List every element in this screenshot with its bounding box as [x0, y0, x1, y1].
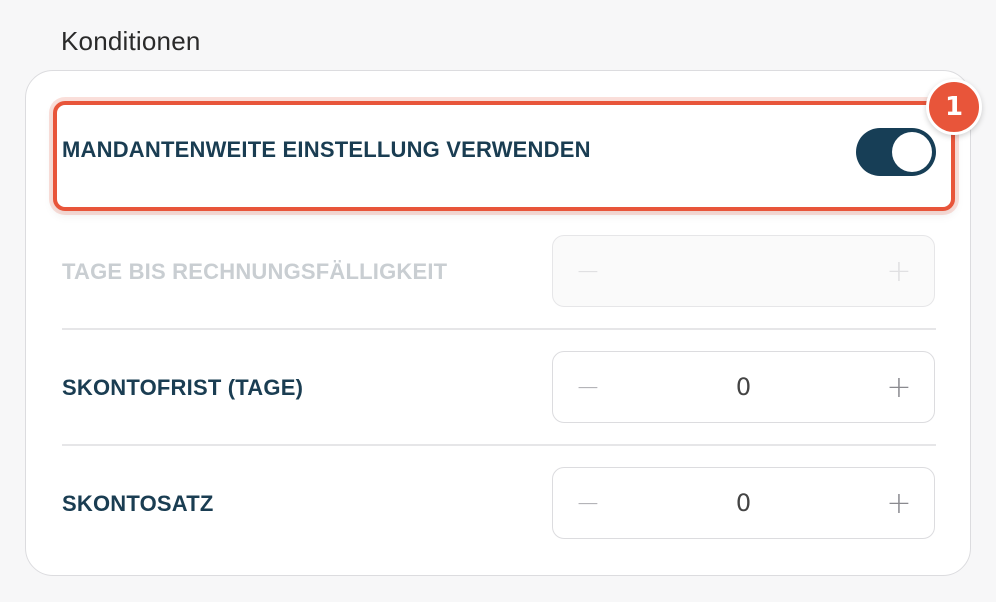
discount-rate-value[interactable]: 0 — [623, 468, 864, 538]
minus-icon[interactable]: − — [553, 468, 623, 538]
discount-period-label: SKONTOFRIST (TAGE) — [62, 375, 304, 400]
plus-icon[interactable]: + — [864, 352, 934, 422]
minus-icon[interactable]: − — [553, 352, 623, 422]
minus-icon: − — [575, 253, 601, 289]
due-days-label: TAGE BIS RECHNUNGSFÄLLIGKEIT — [62, 259, 448, 284]
toggle-knob — [892, 132, 932, 172]
due-days-value — [623, 236, 864, 306]
plus-icon[interactable]: + — [864, 468, 934, 538]
discount-period-value[interactable]: 0 — [623, 352, 864, 422]
discount-rate-label: SKONTOSATZ — [62, 491, 214, 516]
divider — [62, 328, 936, 330]
due-days-stepper: − + — [552, 235, 935, 307]
step-badge: 1 — [926, 79, 982, 135]
plus-icon: + — [886, 253, 912, 289]
divider — [62, 444, 936, 446]
client-wide-setting-toggle[interactable] — [856, 128, 936, 176]
discount-period-stepper[interactable]: − 0 + — [552, 351, 935, 423]
discount-rate-stepper[interactable]: − 0 + — [552, 467, 935, 539]
client-wide-setting-label: MANDANTENWEITE EINSTELLUNG VERWENDEN — [62, 137, 591, 162]
section-title: Konditionen — [61, 26, 201, 56]
